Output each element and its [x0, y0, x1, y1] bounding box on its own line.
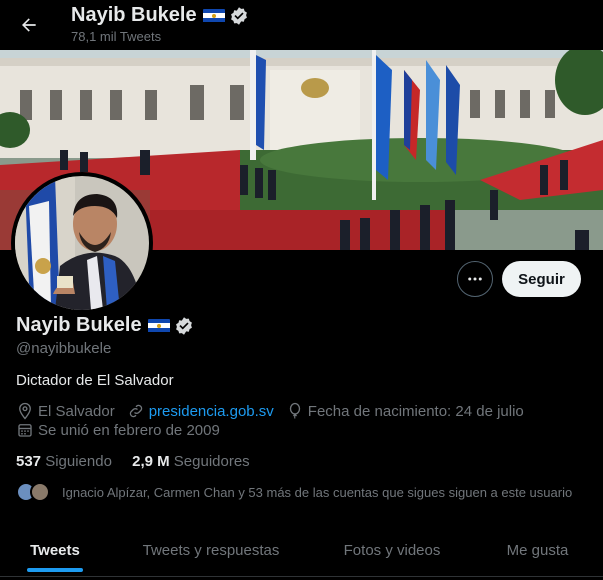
profile-header: Nayib Bukele 78,1 mil Tweets: [0, 0, 603, 50]
following-count: 537: [16, 453, 42, 470]
following-label: Siguiendo: [45, 453, 112, 470]
active-tab-indicator: [27, 568, 83, 572]
arrow-left-icon: [22, 18, 36, 32]
header-name: Nayib Bukele: [71, 4, 197, 26]
ellipsis-icon: [468, 277, 482, 281]
follower-avatar: [30, 482, 50, 502]
back-button[interactable]: [12, 8, 46, 42]
el-salvador-flag-icon: [147, 318, 170, 333]
followers-you-know-text: Ignacio Alpízar, Carmen Chan y 53 más de…: [62, 484, 573, 500]
avatar[interactable]: [11, 172, 153, 314]
more-options-button[interactable]: [457, 261, 493, 297]
tab-photos-and-videos[interactable]: Fotos y videos: [312, 524, 472, 577]
verified-badge-icon[interactable]: [174, 316, 194, 336]
tab-tweets-and-replies[interactable]: Tweets y respuestas: [110, 524, 312, 577]
header-title: Nayib Bukele: [71, 4, 249, 27]
profile-bio: Dictador de El Salvador: [16, 372, 174, 389]
profile-meta-row: El Salvador presidencia.gob.sv Fecha de …: [16, 402, 536, 420]
followers-you-know-avatars: [16, 482, 52, 502]
balloon-icon: [289, 402, 300, 419]
verified-badge-icon: [230, 6, 247, 25]
tab-likes[interactable]: Me gusta: [472, 524, 603, 577]
location-item: El Salvador: [16, 402, 115, 420]
profile-tabs: Tweets Tweets y respuestas Fotos y video…: [0, 524, 603, 577]
birthday-text: Fecha de nacimiento: 24 de julio: [307, 402, 524, 420]
followers-count: 2,9 M: [132, 453, 170, 470]
profile-name-row: Nayib Bukele: [16, 314, 194, 337]
el-salvador-flag-icon: [202, 8, 225, 23]
followers-count-link[interactable]: 2,9 M Seguidores: [132, 453, 250, 470]
profile-name: Nayib Bukele: [16, 314, 142, 336]
location-pin-icon: [19, 402, 31, 420]
followers-you-know[interactable]: Ignacio Alpízar, Carmen Chan y 53 más de…: [16, 482, 572, 502]
profile-joined-row: Se unió en febrero de 2009: [16, 421, 232, 439]
profile-handle: @nayibbukele: [16, 340, 112, 357]
joined-item: Se unió en febrero de 2009: [16, 421, 220, 439]
following-count-link[interactable]: 537 Siguiendo: [16, 453, 112, 470]
location-text: El Salvador: [38, 402, 115, 420]
tweet-count: 78,1 mil Tweets: [71, 29, 162, 44]
follow-counts: 537 Siguiendo 2,9 M Seguidores: [16, 453, 266, 470]
birthday-item: Fecha de nacimiento: 24 de julio: [286, 402, 524, 420]
followers-label: Seguidores: [173, 453, 250, 470]
website-link[interactable]: presidencia.gob.sv: [149, 403, 274, 420]
follow-button[interactable]: Seguir: [502, 261, 581, 297]
calendar-icon: [18, 424, 32, 437]
avatar-image: [15, 176, 149, 310]
joined-text: Se unió en febrero de 2009: [38, 421, 220, 439]
link-icon: [129, 404, 142, 418]
website-item: presidencia.gob.sv: [127, 402, 274, 420]
